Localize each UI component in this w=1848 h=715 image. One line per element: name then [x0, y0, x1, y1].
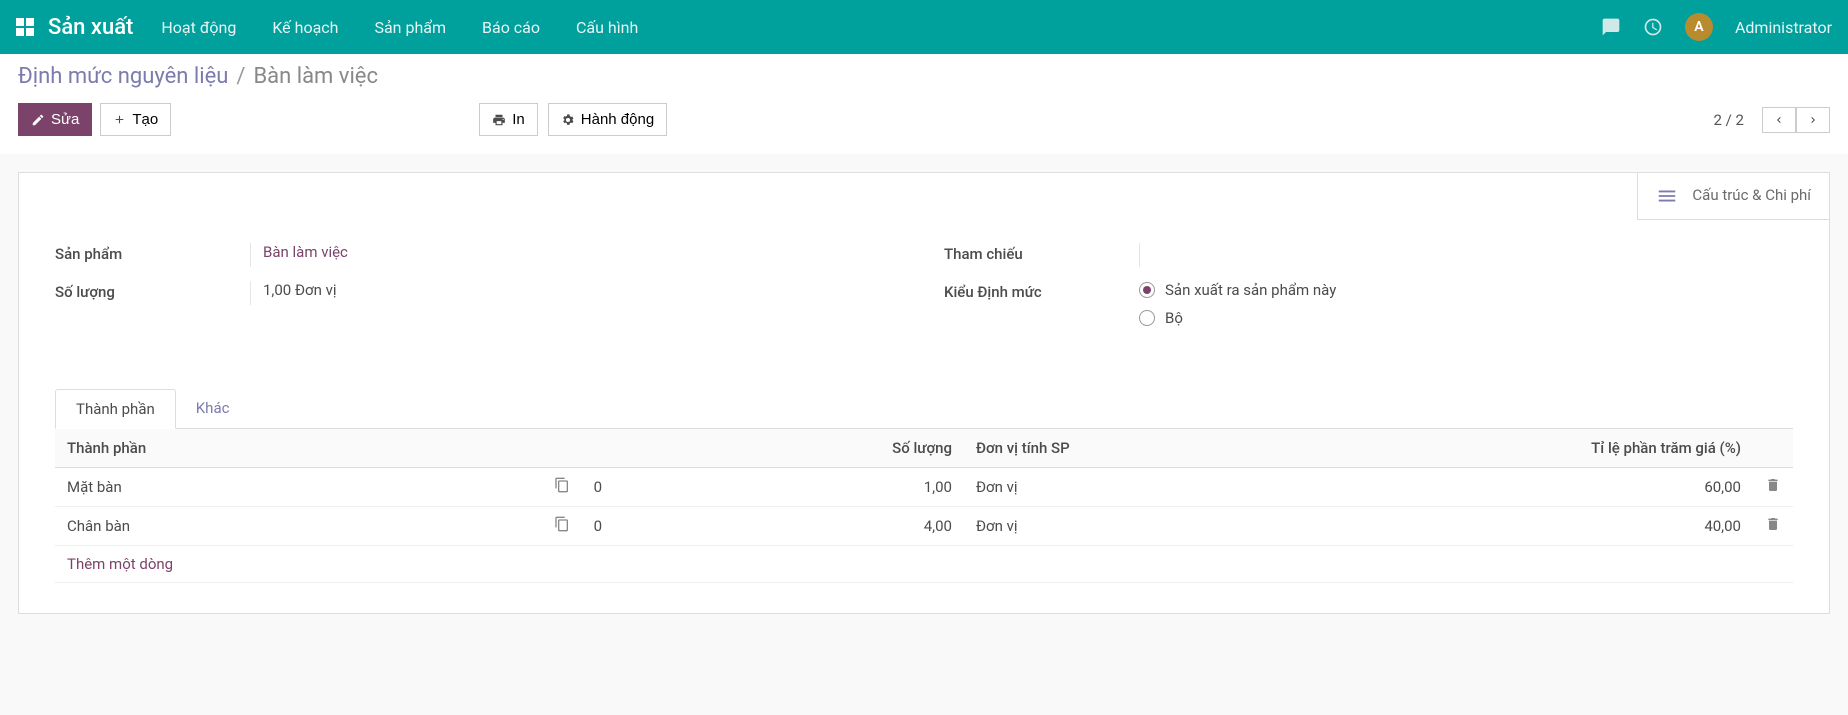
quantity-value: 1,00 Đơn vị: [250, 281, 904, 305]
col-uom[interactable]: Đơn vị tính SP: [964, 429, 1312, 468]
cell-cost: 60,00: [1312, 468, 1753, 507]
main-menu: Hoạt động Kế hoạch Sản phẩm Báo cáo Cấu …: [161, 18, 1601, 37]
menu-item-reporting[interactable]: Báo cáo: [482, 18, 540, 37]
menu-item-planning[interactable]: Kế hoạch: [272, 18, 338, 37]
menu-item-config[interactable]: Cấu hình: [576, 18, 638, 37]
bomtype-option-label: Bộ: [1165, 309, 1183, 327]
trash-icon[interactable]: [1765, 516, 1781, 532]
cell-qty: 1,00: [686, 468, 964, 507]
quantity-label: Số lượng: [55, 281, 250, 301]
cell-uom: Đơn vị: [964, 468, 1312, 507]
form-sheet: Cấu trúc & Chi phí Sản phẩm Bàn làm việc…: [18, 172, 1830, 614]
product-label: Sản phẩm: [55, 243, 250, 263]
create-button[interactable]: Tạo: [100, 103, 171, 136]
cell-extra: 0: [582, 507, 686, 546]
left-column: Sản phẩm Bàn làm việc Số lượng 1,00 Đơn …: [55, 243, 904, 351]
menu-item-activities[interactable]: Hoạt động: [161, 18, 236, 37]
username[interactable]: Administrator: [1735, 18, 1832, 37]
cell-cost: 40,00: [1312, 507, 1753, 546]
plus-icon: [113, 113, 126, 126]
copy-icon[interactable]: [554, 477, 570, 493]
right-column: Tham chiếu Kiểu Định mức Sản xuất ra sản…: [944, 243, 1793, 351]
cell-qty: 4,00: [686, 507, 964, 546]
cell-component: Mặt bàn: [55, 468, 542, 507]
avatar[interactable]: A: [1685, 13, 1713, 41]
action-button[interactable]: Hành động: [548, 103, 667, 136]
chevron-left-icon: [1773, 114, 1785, 126]
breadcrumb: Định mức nguyên liệu / Bàn làm việc: [18, 64, 1830, 89]
apps-icon[interactable]: [16, 18, 34, 36]
bomtype-option-label: Sản xuất ra sản phẩm này: [1165, 281, 1336, 299]
create-button-label: Tạo: [132, 111, 158, 128]
cell-extra: 0: [582, 468, 686, 507]
col-qty[interactable]: Số lượng: [686, 429, 964, 468]
radio-checked-icon: [1139, 282, 1155, 298]
pencil-icon: [31, 113, 45, 127]
tabs: Thành phần Khác: [55, 389, 1793, 429]
tab-other[interactable]: Khác: [176, 389, 250, 428]
pager-prev-button[interactable]: [1762, 107, 1796, 133]
add-line-row[interactable]: Thêm một dòng: [55, 546, 1793, 583]
cell-uom: Đơn vị: [964, 507, 1312, 546]
breadcrumb-parent[interactable]: Định mức nguyên liệu: [18, 64, 228, 89]
bomtype-option-kit[interactable]: Bộ: [1139, 309, 1793, 327]
bars-icon: [1656, 185, 1678, 207]
col-cost-pct[interactable]: Tỉ lệ phần trăm giá (%): [1312, 429, 1753, 468]
copy-icon[interactable]: [554, 516, 570, 532]
edit-button[interactable]: Sửa: [18, 103, 92, 136]
print-button[interactable]: In: [479, 103, 538, 136]
product-value[interactable]: Bàn làm việc: [263, 243, 348, 261]
trash-icon[interactable]: [1765, 477, 1781, 493]
tab-components[interactable]: Thành phần: [55, 389, 176, 429]
discuss-icon[interactable]: [1601, 17, 1621, 37]
breadcrumb-separator: /: [236, 64, 245, 89]
bomtype-option-manufacture[interactable]: Sản xuất ra sản phẩm này: [1139, 281, 1793, 299]
reference-value: [1139, 243, 1793, 267]
brand[interactable]: Sản xuất: [48, 15, 133, 40]
components-table: Thành phần Số lượng Đơn vị tính SP Tỉ lệ…: [55, 429, 1793, 583]
structure-cost-button[interactable]: Cấu trúc & Chi phí: [1637, 173, 1829, 220]
menu-item-products[interactable]: Sản phẩm: [374, 18, 446, 37]
breadcrumb-current: Bàn làm việc: [253, 64, 378, 89]
edit-button-label: Sửa: [51, 111, 79, 128]
gear-icon: [561, 113, 575, 127]
print-icon: [492, 113, 506, 127]
reference-label: Tham chiếu: [944, 243, 1139, 263]
top-nav: Sản xuất Hoạt động Kế hoạch Sản phẩm Báo…: [0, 0, 1848, 54]
pager-count[interactable]: 2 / 2: [1714, 111, 1745, 129]
action-button-label: Hành động: [581, 111, 654, 128]
table-row[interactable]: Chân bàn 0 4,00 Đơn vị 40,00: [55, 507, 1793, 546]
add-line-label: Thêm một dòng: [55, 546, 1793, 583]
pager-next-button[interactable]: [1796, 107, 1830, 133]
sheet-wrapper: Cấu trúc & Chi phí Sản phẩm Bàn làm việc…: [0, 154, 1848, 632]
activities-icon[interactable]: [1643, 17, 1663, 37]
toolbar: Sửa Tạo In Hành động 2 / 2: [18, 103, 1830, 136]
chevron-right-icon: [1807, 114, 1819, 126]
print-button-label: In: [512, 111, 525, 128]
col-component[interactable]: Thành phần: [55, 429, 542, 468]
bomtype-label: Kiểu Định mức: [944, 281, 1139, 301]
table-row[interactable]: Mặt bàn 0 1,00 Đơn vị 60,00: [55, 468, 1793, 507]
control-panel: Định mức nguyên liệu / Bàn làm việc Sửa …: [0, 54, 1848, 154]
structure-cost-label: Cấu trúc & Chi phí: [1692, 186, 1811, 206]
nav-right: A Administrator: [1601, 13, 1832, 41]
radio-unchecked-icon: [1139, 310, 1155, 326]
cell-component: Chân bàn: [55, 507, 542, 546]
